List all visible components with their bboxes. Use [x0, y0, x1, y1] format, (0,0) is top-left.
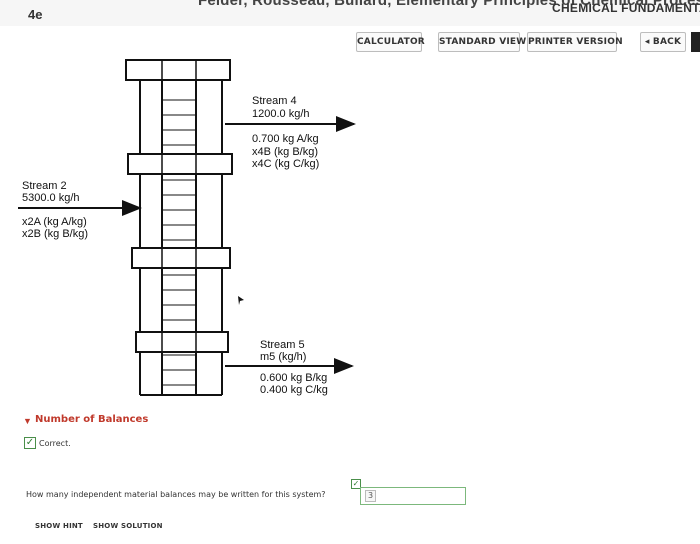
stream5-fraction-b: 0.600 kg B/kg [260, 372, 327, 384]
process-diagram: Stream 4 1200.0 kg/h 0.700 kg A/kg x4B (… [18, 59, 356, 396]
stream4-flow: 1200.0 kg/h [252, 108, 310, 120]
column-flanges [125, 59, 233, 353]
checkmark-icon: ✓ [24, 437, 36, 449]
stream2-name: Stream 2 [22, 180, 67, 192]
stream5-flow: m5 (kg/h) [260, 351, 306, 363]
show-solution-button[interactable]: SHOW SOLUTION [93, 522, 163, 530]
stream4-fraction-c: x4C (kg C/kg) [252, 158, 319, 170]
status-text: Correct. [39, 439, 71, 448]
show-hint-button[interactable]: SHOW HINT [35, 522, 83, 530]
stream4-name: Stream 4 [252, 95, 297, 107]
stream2-flow: 5300.0 kg/h [22, 192, 80, 204]
section-title[interactable]: Number of Balances [35, 414, 148, 425]
answer-value: 3 [365, 490, 377, 502]
stream2-fraction-a: x2A (kg A/kg) [22, 216, 87, 228]
answer-input[interactable]: 3 [360, 487, 466, 505]
stream2-fraction-b: x2B (kg B/kg) [22, 228, 88, 240]
stream4-fraction-b: x4B (kg B/kg) [252, 146, 318, 158]
caret-down-icon[interactable]: ▼ [23, 416, 32, 426]
stream5-name: Stream 5 [260, 339, 305, 351]
stream5-fraction-c: 0.400 kg C/kg [260, 384, 328, 396]
mouse-cursor-icon [238, 296, 244, 305]
question-text: How many independent material balances m… [26, 490, 326, 499]
stream4-fraction-a: 0.700 kg A/kg [252, 133, 319, 145]
